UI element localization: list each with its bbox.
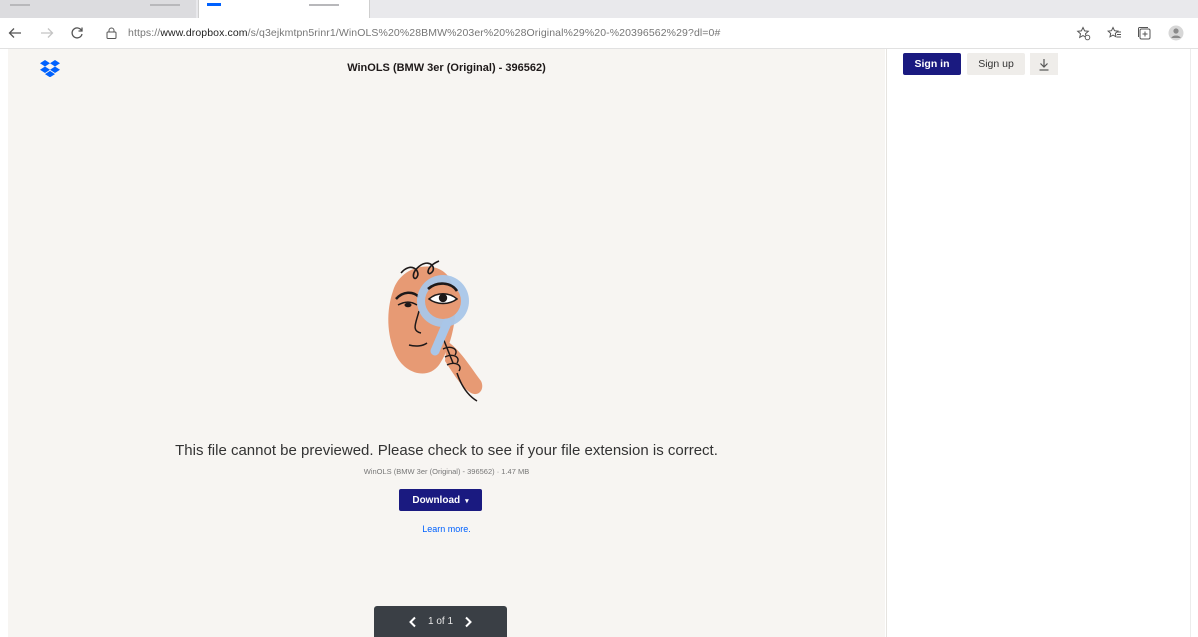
- profile-icon[interactable]: [1166, 23, 1186, 43]
- favorites-add-icon[interactable]: [1073, 23, 1093, 43]
- collections-icon[interactable]: [1134, 23, 1154, 43]
- side-panel: Sign in Sign up: [886, 49, 1191, 637]
- download-button-label: Download: [412, 494, 461, 506]
- chevron-right-icon[interactable]: [463, 616, 473, 628]
- forward-arrow-icon[interactable]: [36, 22, 58, 44]
- url-text: https://www.dropbox.com/s/q3ejkmtpn5rinr…: [128, 27, 721, 39]
- file-meta: WinOLS (BMW 3er (Original) - 396562) · 1…: [363, 467, 530, 476]
- download-icon[interactable]: [1030, 53, 1058, 75]
- back-arrow-icon[interactable]: [4, 22, 26, 44]
- preview-error-message: This file cannot be previewed. Please ch…: [175, 442, 718, 459]
- browser-tab-active[interactable]: [198, 0, 370, 18]
- caret-down-icon: ▾: [465, 497, 469, 505]
- file-preview-area: WinOLS (BMW 3er (Original) - 396562) Thi…: [8, 49, 885, 637]
- browser-tab-inactive[interactable]: [0, 0, 196, 18]
- address-bar[interactable]: https://www.dropbox.com/s/q3ejkmtpn5rinr…: [96, 21, 1046, 45]
- sign-in-button[interactable]: Sign in: [903, 53, 961, 75]
- refresh-icon[interactable]: [66, 22, 88, 44]
- scrollbar-track[interactable]: [1190, 49, 1198, 637]
- magnifier-face-illustration: [381, 253, 501, 403]
- favorites-icon[interactable]: [1104, 23, 1124, 43]
- sign-up-button[interactable]: Sign up: [967, 53, 1025, 75]
- chevron-left-icon[interactable]: [408, 616, 418, 628]
- page-indicator: 1 of 1: [427, 616, 454, 627]
- download-button[interactable]: Download ▾: [399, 489, 482, 511]
- page-navigator: 1 of 1: [374, 606, 507, 637]
- browser-tab-strip: [0, 0, 1198, 18]
- browser-navbar: https://www.dropbox.com/s/q3ejkmtpn5rinr…: [0, 18, 1198, 49]
- learn-more-link[interactable]: Learn more.: [8, 524, 885, 534]
- file-title: WinOLS (BMW 3er (Original) - 396562): [347, 62, 546, 74]
- browser-tab-inactive-2[interactable]: [372, 0, 622, 18]
- lock-icon[interactable]: [102, 24, 120, 42]
